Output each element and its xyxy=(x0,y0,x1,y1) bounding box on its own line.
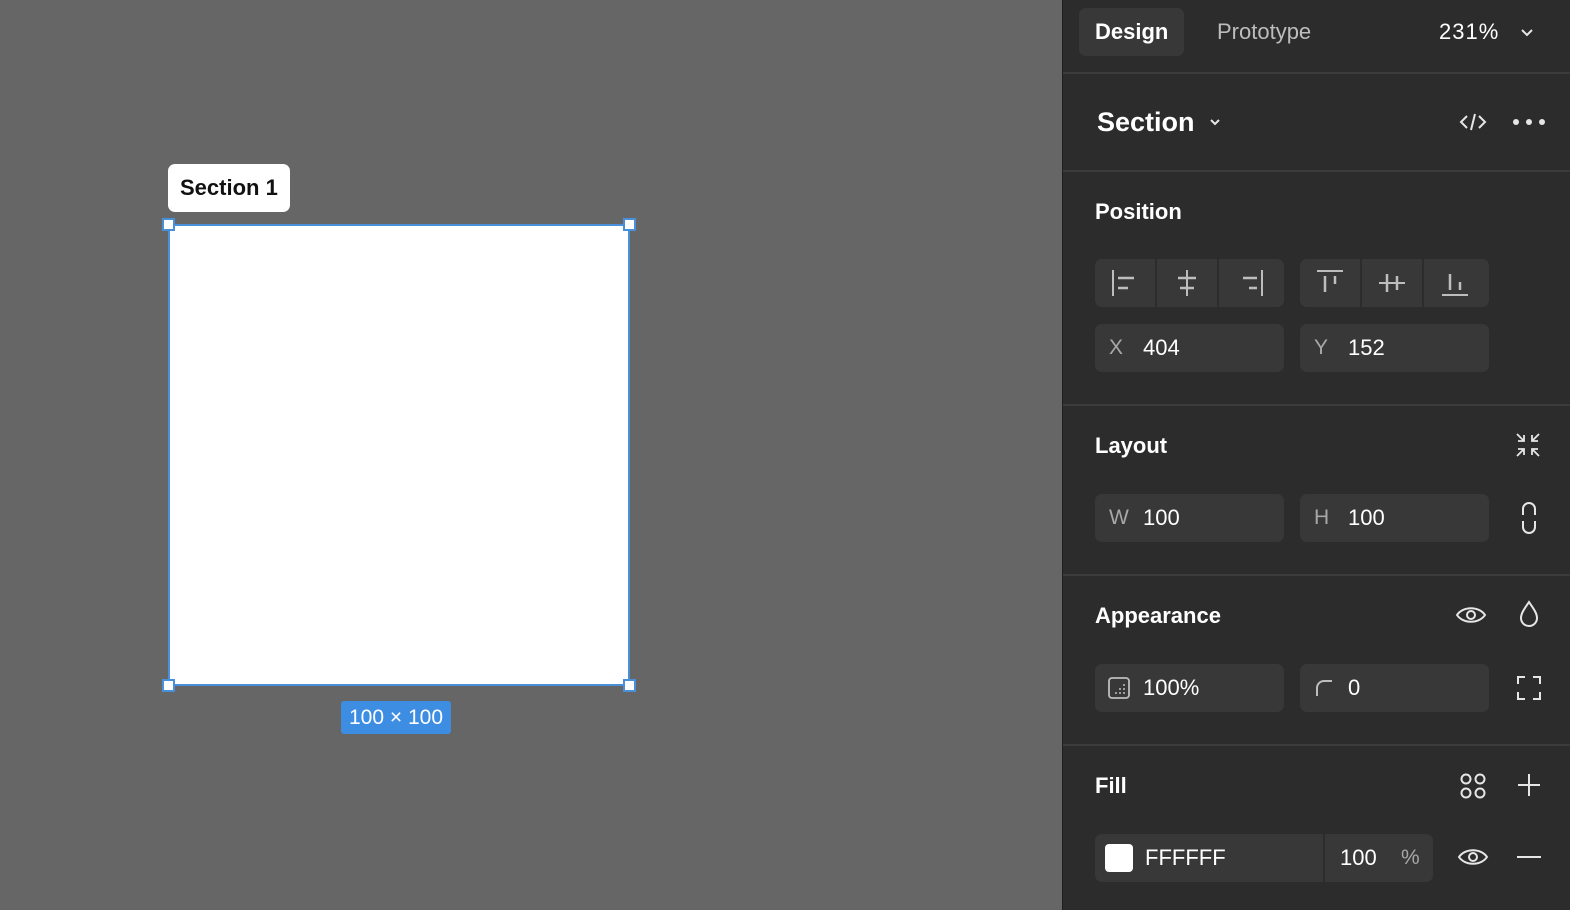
canvas[interactable]: Section 1 100 × 100 xyxy=(0,0,1062,910)
fill-opacity-value[interactable]: 100 xyxy=(1340,834,1377,882)
position-section-title: Position xyxy=(1095,199,1182,224)
divider xyxy=(1063,744,1570,746)
blend-mode-drop-icon[interactable] xyxy=(1515,598,1543,630)
align-right-icon[interactable] xyxy=(1219,259,1281,307)
appearance-section-title: Appearance xyxy=(1095,603,1221,628)
size-badge: 100 × 100 xyxy=(341,701,452,734)
chevron-down-icon[interactable] xyxy=(1205,112,1225,132)
divider xyxy=(1063,574,1570,576)
y-value[interactable]: 152 xyxy=(1348,324,1385,372)
x-label: X xyxy=(1109,336,1124,359)
eye-icon[interactable] xyxy=(1455,842,1491,872)
w-label: W xyxy=(1109,506,1129,529)
constrain-proportions-icon[interactable] xyxy=(1515,500,1543,536)
fill-section-title: Fill xyxy=(1095,773,1127,798)
divider xyxy=(1063,404,1570,406)
x-position-field[interactable]: X 404 xyxy=(1095,324,1284,372)
independent-corners-icon[interactable] xyxy=(1513,672,1545,704)
code-icon[interactable] xyxy=(1457,108,1489,136)
corner-radius-field[interactable]: 0 xyxy=(1300,664,1489,712)
resize-handle-bottom-right[interactable] xyxy=(623,679,636,692)
fill-hex-value[interactable]: FFFFFF xyxy=(1145,834,1226,882)
tab-prototype[interactable]: Prototype xyxy=(1201,8,1327,56)
section-name-label[interactable]: Section 1 xyxy=(168,164,290,212)
fill-color-field[interactable]: FFFFFF 100 % xyxy=(1095,834,1433,882)
chevron-down-icon[interactable] xyxy=(1515,20,1539,44)
w-value[interactable]: 100 xyxy=(1143,494,1180,542)
y-position-field[interactable]: Y 152 xyxy=(1300,324,1489,372)
resize-handle-top-right[interactable] xyxy=(623,218,636,231)
align-bottom-icon[interactable] xyxy=(1424,259,1486,307)
fill-percent-label: % xyxy=(1401,846,1420,869)
add-fill-icon[interactable] xyxy=(1515,770,1543,800)
styles-grid-icon[interactable] xyxy=(1457,770,1489,802)
y-label: Y xyxy=(1314,336,1329,359)
more-options-icon[interactable] xyxy=(1511,110,1547,134)
properties-panel: Design Prototype 231% Section Position X… xyxy=(1062,0,1570,910)
align-top-icon[interactable] xyxy=(1300,259,1362,307)
resize-handle-bottom-left[interactable] xyxy=(162,679,175,692)
zoom-level[interactable]: 231% xyxy=(1439,8,1499,56)
fill-divider xyxy=(1323,834,1325,882)
selection-type-title[interactable]: Section xyxy=(1097,102,1195,142)
align-left-icon[interactable] xyxy=(1095,259,1157,307)
corner-radius-icon xyxy=(1314,678,1334,698)
opacity-value[interactable]: 100% xyxy=(1143,664,1199,712)
fill-color-swatch[interactable] xyxy=(1105,844,1133,872)
x-value[interactable]: 404 xyxy=(1143,324,1180,372)
corner-radius-value[interactable]: 0 xyxy=(1348,664,1360,712)
height-field[interactable]: H 100 xyxy=(1300,494,1489,542)
layout-section-title: Layout xyxy=(1095,433,1168,458)
remove-fill-icon[interactable] xyxy=(1515,844,1543,870)
collapse-icon[interactable] xyxy=(1513,430,1543,460)
h-label: H xyxy=(1314,506,1330,529)
section-frame[interactable] xyxy=(168,224,630,686)
resize-handle-top-left[interactable] xyxy=(162,218,175,231)
divider xyxy=(1063,72,1570,74)
width-field[interactable]: W 100 xyxy=(1095,494,1284,542)
tab-design[interactable]: Design xyxy=(1079,8,1185,56)
divider xyxy=(1063,170,1570,172)
opacity-icon xyxy=(1107,676,1131,700)
align-vertical-center-icon[interactable] xyxy=(1362,259,1424,307)
vertical-align-group xyxy=(1300,259,1489,307)
eye-icon[interactable] xyxy=(1453,600,1489,630)
h-value[interactable]: 100 xyxy=(1348,494,1385,542)
align-horizontal-center-icon[interactable] xyxy=(1157,259,1219,307)
horizontal-align-group xyxy=(1095,259,1284,307)
opacity-field[interactable]: 100% xyxy=(1095,664,1284,712)
